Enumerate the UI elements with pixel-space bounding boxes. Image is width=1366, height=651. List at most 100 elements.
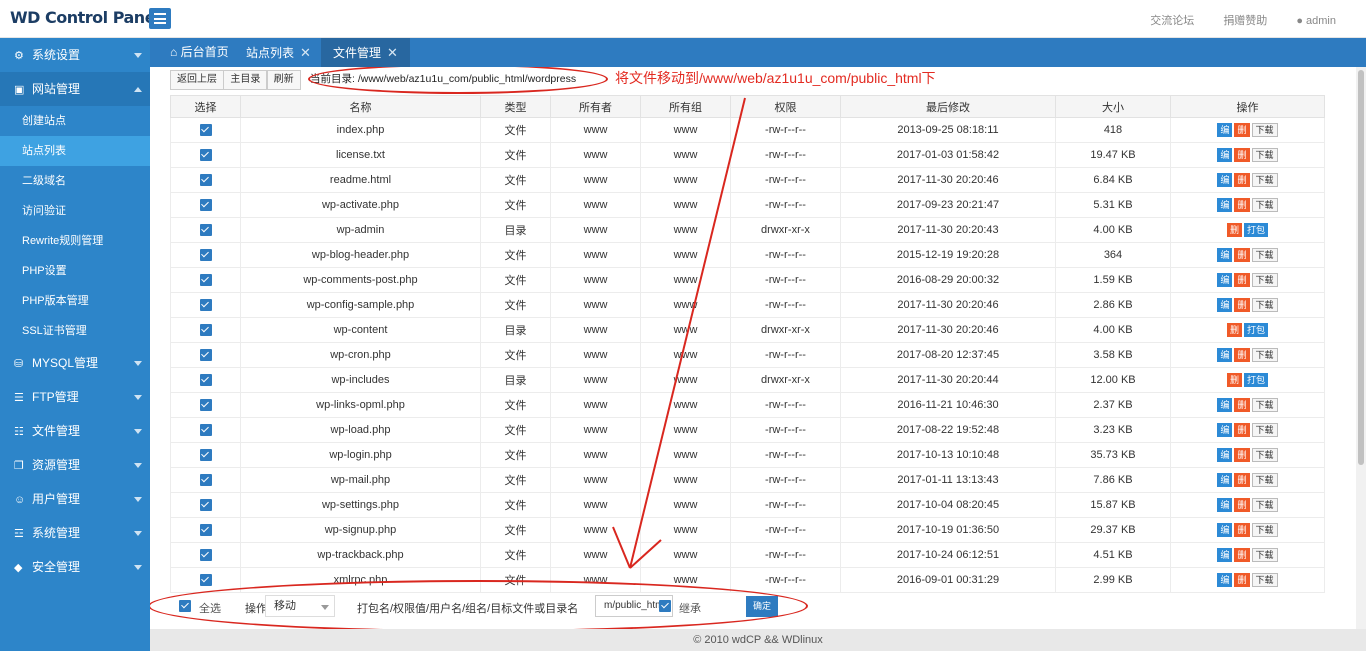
edit-button[interactable]: 编 [1217,548,1233,562]
delete-button[interactable]: 删 [1234,448,1250,462]
row-checkbox[interactable] [199,174,212,187]
sidebar-item-5[interactable]: PHP设置 [0,256,150,286]
download-button[interactable]: 下载 [1251,398,1278,412]
user-menu[interactable]: ● admin [1296,15,1336,27]
edit-button[interactable]: 编 [1217,298,1233,312]
file-name-link[interactable]: wp-trackback.php [240,542,481,568]
sidebar-group-6[interactable]: ☺ 用户管理 [0,482,150,516]
row-checkbox[interactable] [199,474,212,487]
sidebar-item-7[interactable]: SSL证书管理 [0,316,150,346]
sidebar-item-0[interactable]: 创建站点 [0,106,150,136]
file-name-link[interactable]: wp-includes [240,367,481,393]
row-checkbox[interactable] [199,574,212,587]
row-checkbox[interactable] [199,399,212,412]
row-checkbox[interactable] [199,224,212,237]
row-checkbox[interactable] [199,524,212,537]
forum-link[interactable]: 交流论坛 [1150,15,1194,27]
file-name-link[interactable]: wp-settings.php [240,492,481,518]
home-dir-button[interactable]: 主目录 [223,70,268,90]
delete-button[interactable]: 删 [1234,398,1250,412]
sidebar-group-3[interactable]: ☰ FTP管理 [0,380,150,414]
edit-button[interactable]: 编 [1217,173,1233,187]
sidebar-item-2[interactable]: 二级域名 [0,166,150,196]
delete-button[interactable]: 删 [1234,298,1250,312]
download-button[interactable]: 下载 [1251,448,1278,462]
sidebar-group-0[interactable]: ⚙ 系统设置 [0,38,150,72]
sidebar-item-4[interactable]: Rewrite规则管理 [0,226,150,256]
row-checkbox[interactable] [199,249,212,262]
edit-button[interactable]: 编 [1217,473,1233,487]
row-checkbox[interactable] [199,274,212,287]
pack-button[interactable]: 打包 [1244,373,1269,387]
donate-link[interactable]: 捐赠赞助 [1223,15,1267,27]
download-button[interactable]: 下载 [1251,348,1278,362]
tab-site-list[interactable]: 站点列表 ✕ [234,38,323,67]
row-checkbox[interactable] [199,549,212,562]
download-button[interactable]: 下载 [1251,198,1278,212]
sidebar-group-5[interactable]: ❐ 资源管理 [0,448,150,482]
download-button[interactable]: 下载 [1251,298,1278,312]
download-button[interactable]: 下载 [1251,473,1278,487]
sidebar-item-6[interactable]: PHP版本管理 [0,286,150,316]
delete-button[interactable]: 删 [1234,423,1250,437]
row-checkbox[interactable] [199,499,212,512]
file-name-link[interactable]: readme.html [240,167,481,193]
tab-file-manager[interactable]: 文件管理 ✕ [321,38,410,67]
delete-button[interactable]: 删 [1226,373,1242,387]
file-name-link[interactable]: wp-links-opml.php [240,392,481,418]
delete-button[interactable]: 删 [1234,348,1250,362]
file-name-link[interactable]: wp-login.php [240,442,481,468]
file-name-link[interactable]: wp-signup.php [240,517,481,543]
row-checkbox[interactable] [199,424,212,437]
pack-button[interactable]: 打包 [1244,323,1269,337]
delete-button[interactable]: 删 [1234,123,1250,137]
row-checkbox[interactable] [199,349,212,362]
file-name-link[interactable]: wp-admin [240,217,481,243]
file-name-link[interactable]: wp-comments-post.php [240,267,481,293]
edit-button[interactable]: 编 [1217,248,1233,262]
download-button[interactable]: 下载 [1251,523,1278,537]
sidebar-item-1[interactable]: 站点列表 [0,136,150,166]
row-checkbox[interactable] [199,199,212,212]
sidebar-item-3[interactable]: 访问验证 [0,196,150,226]
download-button[interactable]: 下载 [1251,273,1278,287]
menu-toggle-button[interactable] [149,8,171,29]
file-name-link[interactable]: wp-blog-header.php [240,242,481,268]
row-checkbox[interactable] [199,299,212,312]
delete-button[interactable]: 删 [1234,148,1250,162]
row-checkbox[interactable] [199,374,212,387]
edit-button[interactable]: 编 [1217,573,1233,587]
close-icon[interactable]: ✕ [387,45,398,60]
tab-home[interactable]: ⌂ 后台首页 [158,38,241,67]
delete-button[interactable]: 删 [1226,223,1242,237]
edit-button[interactable]: 编 [1217,448,1233,462]
download-button[interactable]: 下载 [1251,123,1278,137]
delete-button[interactable]: 删 [1234,498,1250,512]
delete-button[interactable]: 删 [1234,173,1250,187]
delete-button[interactable]: 删 [1234,273,1250,287]
file-name-link[interactable]: wp-content [240,317,481,343]
file-name-link[interactable]: index.php [240,117,481,143]
delete-button[interactable]: 删 [1234,573,1250,587]
row-checkbox[interactable] [199,324,212,337]
sidebar-group-1[interactable]: ▣ 网站管理 [0,72,150,106]
edit-button[interactable]: 编 [1217,123,1233,137]
file-name-link[interactable]: wp-cron.php [240,342,481,368]
download-button[interactable]: 下载 [1251,148,1278,162]
file-name-link[interactable]: wp-mail.php [240,467,481,493]
delete-button[interactable]: 删 [1234,248,1250,262]
file-name-link[interactable]: license.txt [240,142,481,168]
sidebar-group-2[interactable]: ⛁ MYSQL管理 [0,346,150,380]
refresh-button[interactable]: 刷新 [266,70,301,90]
file-name-link[interactable]: wp-load.php [240,417,481,443]
download-button[interactable]: 下载 [1251,173,1278,187]
edit-button[interactable]: 编 [1217,398,1233,412]
edit-button[interactable]: 编 [1217,498,1233,512]
edit-button[interactable]: 编 [1217,273,1233,287]
delete-button[interactable]: 删 [1226,323,1242,337]
close-icon[interactable]: ✕ [300,45,311,60]
edit-button[interactable]: 编 [1217,523,1233,537]
delete-button[interactable]: 删 [1234,198,1250,212]
file-name-link[interactable]: wp-config-sample.php [240,292,481,318]
download-button[interactable]: 下载 [1251,573,1278,587]
